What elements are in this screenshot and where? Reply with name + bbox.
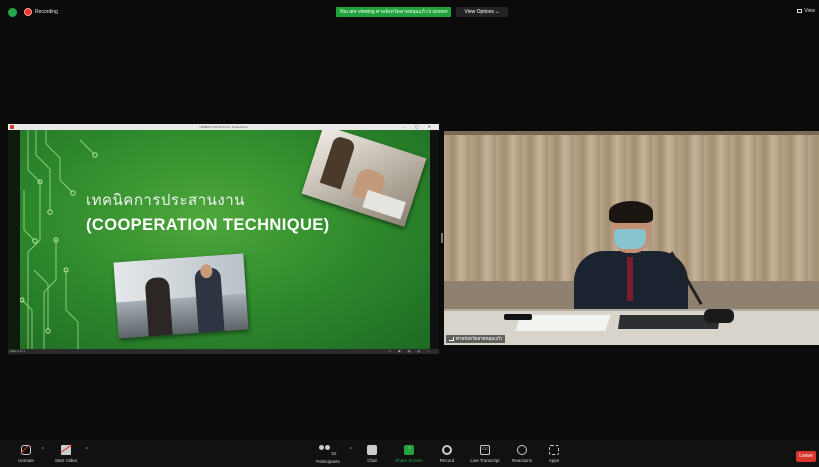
share-screen-label: Share Screen xyxy=(395,458,423,463)
apps-label: Apps xyxy=(548,458,560,463)
view-button[interactable]: View xyxy=(797,8,815,14)
business-handshake-photo xyxy=(113,253,249,339)
signal-bars-icon xyxy=(449,336,454,341)
smiley-reaction-icon xyxy=(517,445,527,455)
chat-bubble-icon xyxy=(367,445,377,455)
audio-options-caret-icon[interactable]: ^ xyxy=(42,447,44,453)
participants-count: 52 xyxy=(331,451,337,456)
mobile-phone xyxy=(504,314,532,320)
record-icon xyxy=(442,445,452,455)
chat-button[interactable]: Chat xyxy=(364,445,380,467)
unmute-button[interactable]: Unmute ^ xyxy=(14,445,44,467)
circuit-pattern-decoration xyxy=(20,130,98,349)
apps-icon xyxy=(549,445,559,455)
slide-left-margin xyxy=(8,130,20,355)
participants-icon xyxy=(319,445,331,455)
viewing-screen-banner: You are viewing ศาลจังหวัดลาดหลุมแก้ว's … xyxy=(336,7,451,17)
start-video-button[interactable]: Start Video ^ xyxy=(50,445,88,467)
reactions-label: Reactions xyxy=(511,458,532,463)
view-options-button[interactable]: View Options ⌄ xyxy=(456,7,508,17)
participants-label: Participants xyxy=(316,459,340,464)
slide-title-english: (COOPERATION TECHNIQUE) xyxy=(86,216,330,234)
recording-icon xyxy=(24,8,32,16)
video-options-caret-icon[interactable]: ^ xyxy=(86,447,88,453)
split-view-drag-handle[interactable] xyxy=(441,233,443,243)
view-mode-icons: ▭ ▣ ▤ ▥ — xyxy=(388,349,433,353)
live-transcript-button[interactable]: CC Live Transcript xyxy=(465,445,505,467)
grid-view-icon xyxy=(797,8,803,13)
participants-caret-icon[interactable]: ^ xyxy=(350,447,352,453)
muted-microphone-icon xyxy=(21,445,31,455)
share-screen-button[interactable]: ↑ Share Screen xyxy=(393,445,425,467)
participant-video-tile[interactable]: ศาลจังหวัดลาดหลุมแก้ว xyxy=(444,131,819,345)
shared-screen: เทคนิคการประสานงาน - PowerPoint – ▢ ✕ เท… xyxy=(8,124,439,355)
presentation-slide: เทคนิคการประสานงาน (COOPERATION TECHNIQU… xyxy=(20,130,430,349)
chat-label: Chat xyxy=(367,458,377,463)
participant-lanyard xyxy=(627,257,633,301)
record-label: Record xyxy=(439,458,455,463)
video-off-camera-icon xyxy=(61,445,71,455)
unmute-label: Unmute xyxy=(18,458,34,463)
slide-title-thai: เทคนิคการประสานงาน xyxy=(86,191,245,209)
leave-button[interactable]: Leave xyxy=(796,451,816,462)
closed-caption-icon: CC xyxy=(480,445,490,455)
meeting-top-bar: Recording You are viewing ศาลจังหวัดลาดห… xyxy=(0,0,819,22)
record-button[interactable]: Record xyxy=(436,445,458,467)
start-video-label: Start Video xyxy=(54,458,78,463)
participants-button[interactable]: 52 Participants ^ xyxy=(310,445,352,467)
team-meeting-photo xyxy=(301,130,427,227)
participant-hair xyxy=(609,201,653,223)
shared-window-statusbar: Slide 1 of 1 ▭ ▣ ▤ ▥ — xyxy=(8,349,439,354)
view-label: View xyxy=(804,8,815,14)
participant-name: ศาลจังหวัดลาดหลุมแก้ว xyxy=(456,336,503,341)
slide-status-label: Slide 1 of 1 xyxy=(10,349,26,353)
live-transcript-label: Live Transcript xyxy=(470,458,500,463)
face-mask xyxy=(614,229,646,249)
security-shield-icon[interactable] xyxy=(8,8,17,17)
share-screen-arrow-icon: ↑ xyxy=(404,445,414,455)
microphone-base xyxy=(704,309,734,323)
apps-button[interactable]: Apps xyxy=(546,445,562,467)
reactions-button[interactable]: Reactions xyxy=(508,445,536,467)
curtain-rod xyxy=(444,131,819,135)
recording-label: Recording xyxy=(35,9,58,15)
participant-name-tag: ศาลจังหวัดลาดหลุมแก้ว xyxy=(446,335,506,343)
